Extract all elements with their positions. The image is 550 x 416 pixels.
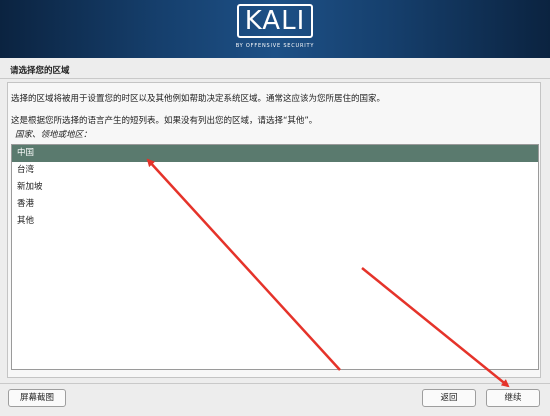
continue-button[interactable]: 继续	[486, 389, 540, 407]
screenshot-button[interactable]: 屏幕截图	[8, 389, 66, 407]
page-title: 请选择您的区域	[10, 66, 70, 76]
logo-tagline: BY OFFENSIVE SECURITY	[235, 43, 315, 49]
description-text-2: 这是根据您所选择的语言产生的短列表。如果没有列出您的区域，请选择“其他”。	[11, 116, 318, 126]
footer-divider	[0, 383, 550, 384]
kali-logo: KALI	[237, 4, 313, 38]
region-option-other[interactable]: 其他	[12, 213, 538, 230]
title-divider	[0, 78, 550, 79]
region-option-hongkong[interactable]: 香港	[12, 196, 538, 213]
region-option-taiwan[interactable]: 台湾	[12, 162, 538, 179]
region-list[interactable]: 中国 台湾 新加坡 香港 其他	[11, 144, 539, 370]
header-banner: KALI BY OFFENSIVE SECURITY	[0, 0, 550, 58]
back-button[interactable]: 返回	[422, 389, 476, 407]
region-option-china[interactable]: 中国	[12, 145, 538, 162]
region-question-label: 国家、领地或地区：	[15, 130, 92, 140]
region-option-singapore[interactable]: 新加坡	[12, 179, 538, 196]
description-text: 选择的区域将被用于设置您的时区以及其他例如帮助决定系统区域。通常这应该为您所居住…	[11, 94, 386, 104]
